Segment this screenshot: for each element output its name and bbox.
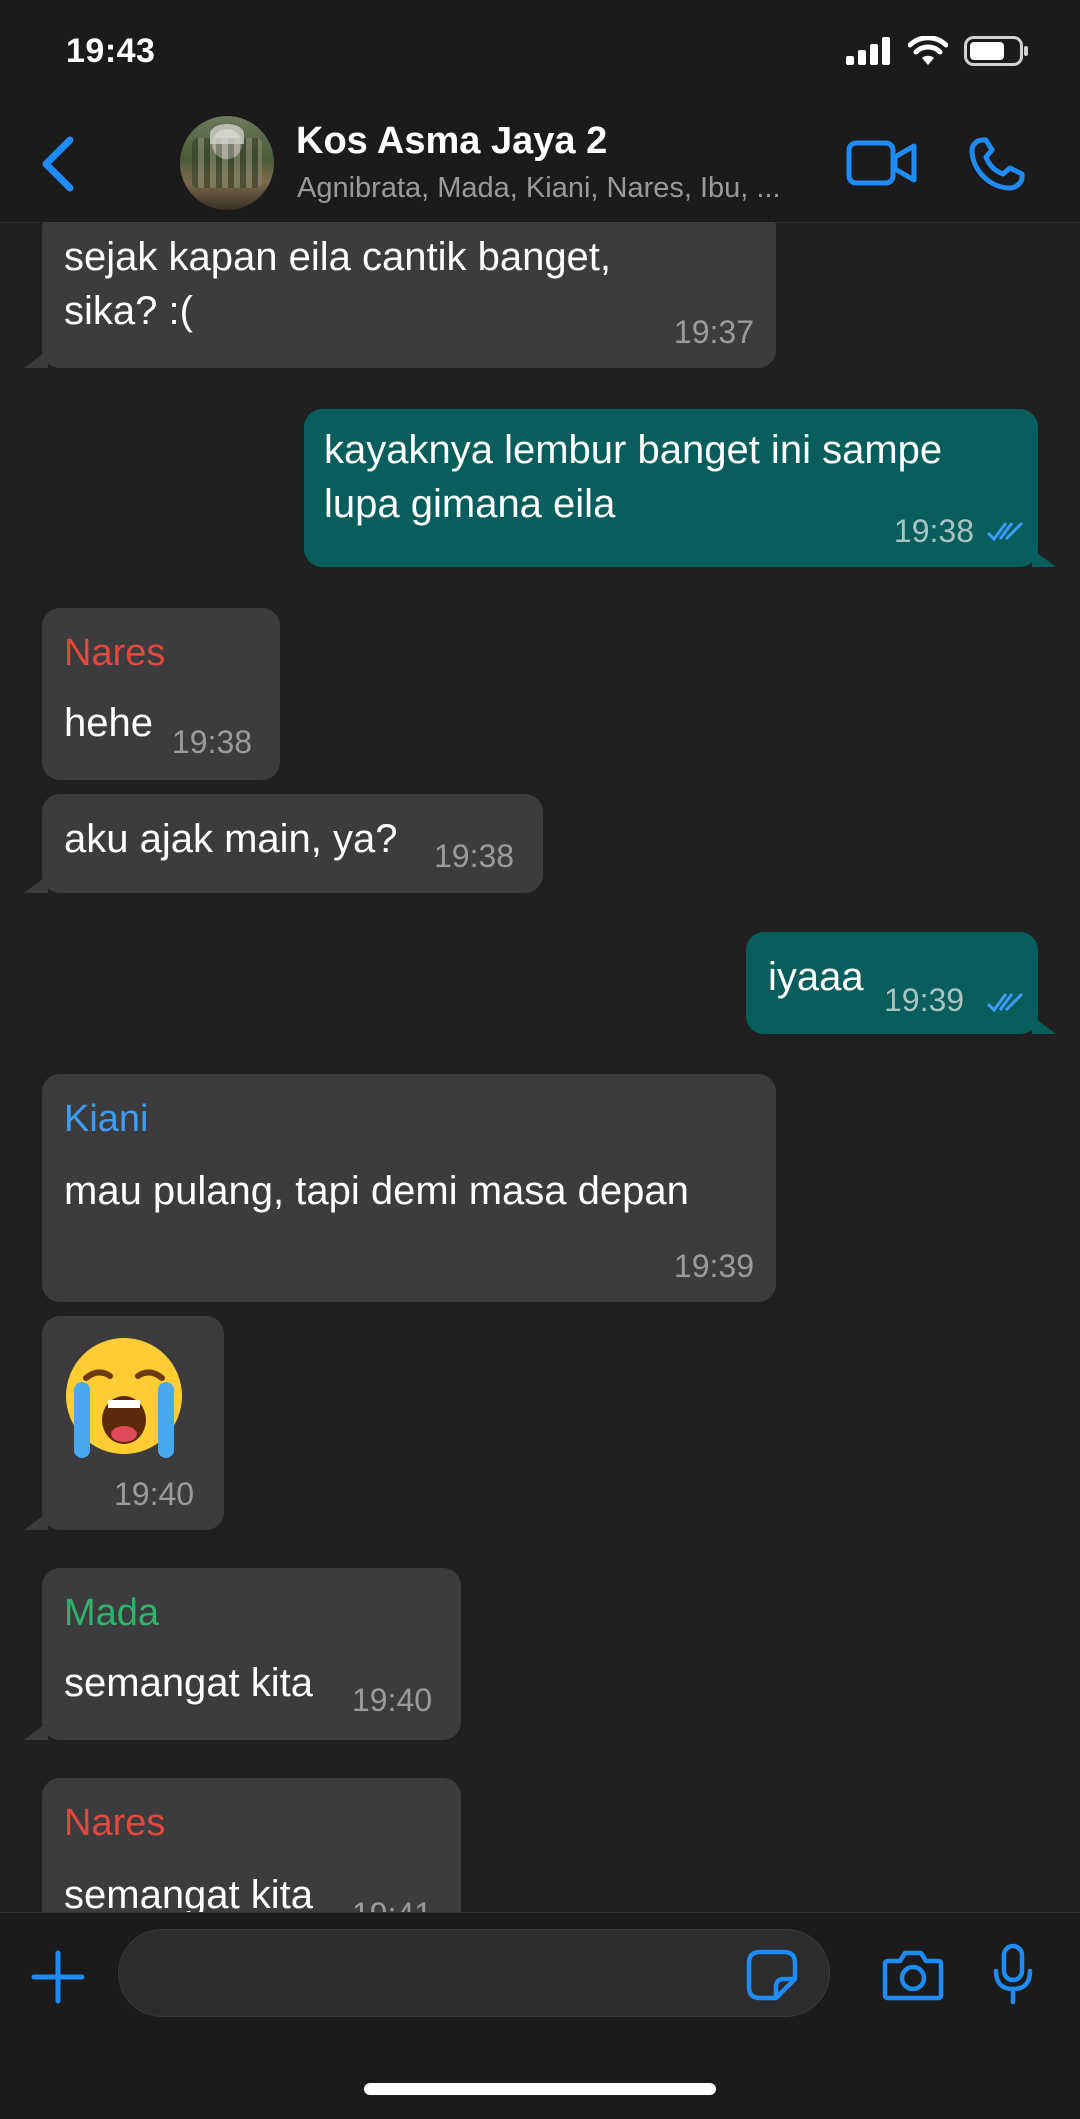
message-bubble-incoming[interactable]: sejak kapan eila cantik banget, sika? :(… xyxy=(24,222,776,368)
message-bubble-outgoing[interactable]: kayaknya lembur banget ini sampe lupa gi… xyxy=(304,409,1056,567)
message-bubble-outgoing[interactable]: iyaaa 19:39 xyxy=(746,932,1056,1034)
status-icons xyxy=(846,36,1030,66)
bubble-tail xyxy=(24,350,48,368)
message-bubble-incoming[interactable]: Mada semangat kita 19:40 xyxy=(24,1568,461,1740)
phone-call-icon[interactable] xyxy=(968,136,1026,192)
chat-participants[interactable]: Agnibrata, Mada, Kiani, Nares, Ibu, ... xyxy=(297,172,817,205)
message-text: semangat kita xyxy=(64,1873,314,1912)
sender-name: Kiani xyxy=(64,1098,149,1140)
microphone-icon[interactable] xyxy=(992,1943,1034,2005)
message-bubble-incoming[interactable]: aku ajak main, ya? 19:38 xyxy=(24,794,543,893)
video-call-icon[interactable] xyxy=(846,138,918,188)
message-text: kayaknya lembur banget ini sampe xyxy=(324,428,943,472)
sender-name: Mada xyxy=(64,1592,160,1634)
message-time: 19:39 xyxy=(884,982,965,1018)
message-time: 19:37 xyxy=(673,314,754,350)
bubble-tail xyxy=(1032,1016,1056,1034)
cellular-signal-icon xyxy=(846,37,890,65)
sender-name: Nares xyxy=(64,632,166,674)
camera-icon[interactable] xyxy=(882,1949,944,2001)
back-chevron-icon[interactable] xyxy=(38,134,78,194)
message-text: lupa gimana eila xyxy=(324,482,616,526)
message-time: 19:40 xyxy=(114,1476,195,1512)
message-input-bar xyxy=(0,1912,1080,2119)
message-time: 19:39 xyxy=(673,1248,754,1284)
message-bubble-incoming[interactable]: 19:40 xyxy=(24,1316,224,1530)
message-time: 19:38 xyxy=(893,513,974,549)
chat-header: Kos Asma Jaya 2 Agnibrata, Mada, Kiani, … xyxy=(0,100,1080,223)
sticker-icon[interactable] xyxy=(746,1949,798,2001)
message-text: sika? :( xyxy=(64,289,193,333)
chat-title[interactable]: Kos Asma Jaya 2 xyxy=(296,120,607,163)
message-text: iyaaa xyxy=(768,955,864,999)
message-list[interactable]: sejak kapan eila cantik banget, sika? :(… xyxy=(0,222,1080,1912)
message-text: aku ajak main, ya? xyxy=(64,817,398,861)
plus-icon[interactable] xyxy=(30,1949,86,2005)
message-text: mau pulang, tapi demi masa depan xyxy=(64,1169,689,1213)
sender-name: Nares xyxy=(64,1802,166,1844)
loudly-crying-face-icon xyxy=(66,1338,182,1458)
wifi-icon xyxy=(908,36,948,65)
bubble-tail xyxy=(1032,549,1056,567)
home-indicator[interactable] xyxy=(364,2083,716,2095)
status-time: 19:43 xyxy=(66,32,156,70)
message-time: 19:38 xyxy=(434,838,515,874)
read-receipt-icon xyxy=(986,521,1024,542)
message-bubble-incoming[interactable]: Kiani mau pulang, tapi demi masa depan 1… xyxy=(42,1074,776,1302)
bubble-tail xyxy=(24,1722,48,1740)
message-text: semangat kita xyxy=(64,1661,314,1705)
message-time: 19:41 xyxy=(352,1896,432,1912)
group-avatar[interactable] xyxy=(180,116,274,210)
message-text: sejak kapan eila cantik banget, xyxy=(64,235,612,279)
message-input[interactable] xyxy=(118,1929,830,2017)
bubble-tail xyxy=(24,1512,48,1530)
read-receipt-icon xyxy=(986,992,1024,1013)
status-bar: 19:43 xyxy=(0,0,1080,100)
bubble-tail xyxy=(24,875,48,893)
message-text: hehe xyxy=(64,701,153,745)
message-bubble-incoming[interactable]: Nares semangat kita 19:41 xyxy=(42,1778,461,1912)
message-time: 19:38 xyxy=(172,724,253,760)
message-time: 19:40 xyxy=(352,1682,433,1718)
message-bubble-incoming[interactable]: Nares hehe 19:38 xyxy=(42,608,280,780)
battery-icon xyxy=(964,36,1028,66)
